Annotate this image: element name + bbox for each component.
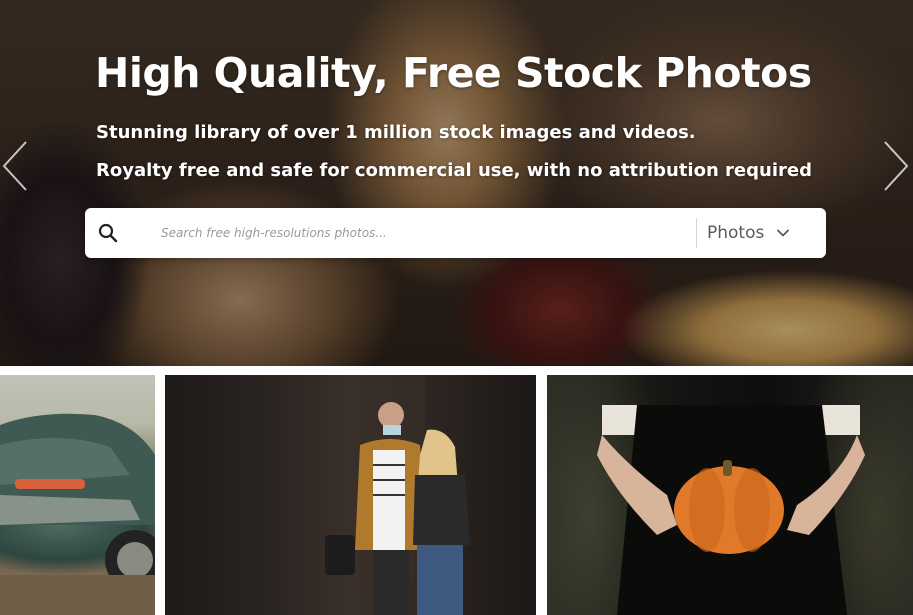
hero-subtitle-license: Royalty free and safe for commercial use…	[96, 160, 812, 181]
car-photo	[0, 413, 155, 615]
hero-banner: High Quality, Free Stock Photos Stunning…	[0, 0, 913, 366]
search-bar: Photos	[85, 208, 826, 258]
photo-card-car[interactable]	[0, 375, 155, 615]
media-type-select[interactable]: Photos	[705, 216, 815, 250]
chevron-right-icon	[884, 141, 909, 191]
search-icon[interactable]	[97, 222, 119, 244]
photo-card-pumpkin[interactable]	[547, 375, 913, 615]
carousel-prev-button[interactable]	[0, 138, 30, 194]
pumpkin-photo	[597, 405, 865, 615]
photo-card-couple[interactable]	[165, 375, 536, 615]
hero-title: High Quality, Free Stock Photos	[95, 49, 812, 97]
search-input[interactable]	[161, 218, 681, 248]
hero-subtitle-library: Stunning library of over 1 million stock…	[96, 122, 696, 143]
carousel-next-button[interactable]	[881, 138, 911, 194]
couple-photo	[325, 375, 470, 615]
chevron-down-icon	[777, 229, 790, 237]
search-divider	[696, 218, 697, 248]
media-type-label: Photos	[707, 223, 765, 243]
chevron-left-icon	[2, 141, 27, 191]
